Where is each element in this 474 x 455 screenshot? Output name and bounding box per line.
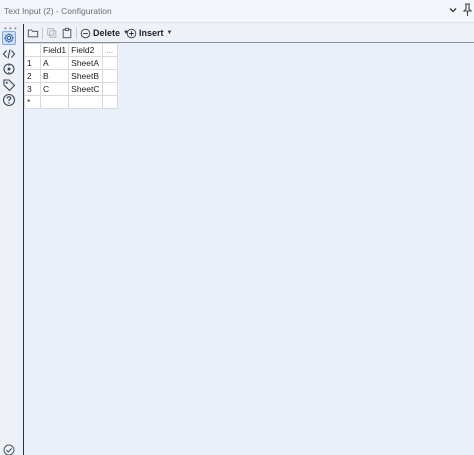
gear-icon — [4, 33, 14, 43]
table-row: 3 C SheetC — [24, 82, 118, 96]
cell-field2[interactable]: SheetC — [68, 82, 103, 96]
column-header-field2[interactable]: Field2 — [68, 43, 103, 57]
data-grid: Field1 Field2 ... 1 A SheetA 2 B SheetB … — [24, 43, 118, 109]
cell-new-field2[interactable] — [68, 95, 103, 109]
caret-down-icon: ▼ — [166, 30, 173, 36]
cell-field2[interactable]: SheetB — [68, 69, 103, 83]
new-row-marker[interactable]: * — [24, 95, 41, 109]
table-row: 1 A SheetA — [24, 56, 118, 70]
cell-field1[interactable]: A — [39, 56, 70, 70]
delete-label: Delete — [93, 28, 121, 38]
code-icon[interactable] — [2, 47, 16, 61]
insert-label: Insert — [139, 28, 164, 38]
paste-button[interactable] — [61, 26, 73, 40]
cell-empty[interactable] — [101, 82, 118, 96]
pin-icon[interactable] — [461, 3, 473, 17]
row-number[interactable]: 1 — [24, 56, 41, 70]
add-column-button[interactable]: ... — [101, 43, 118, 57]
folder-icon — [27, 29, 39, 38]
chevron-down-icon[interactable] — [447, 4, 459, 16]
delete-button[interactable]: Delete ▼ — [80, 26, 129, 40]
cell-empty[interactable] — [101, 95, 118, 109]
cell-empty[interactable] — [101, 56, 118, 70]
connection-icon[interactable] — [2, 62, 16, 76]
corner-cell[interactable] — [24, 43, 41, 57]
row-number[interactable]: 3 — [24, 82, 41, 96]
cell-field1[interactable]: C — [39, 82, 70, 96]
rail-item-configuration[interactable] — [2, 31, 16, 45]
configuration-window: Text Input (2) - Configuration • • • Del… — [0, 0, 474, 455]
new-row: * — [24, 95, 118, 109]
help-icon[interactable] — [2, 93, 16, 107]
cell-empty[interactable] — [101, 69, 118, 83]
check-circle-icon[interactable] — [3, 444, 15, 455]
row-number[interactable]: 2 — [24, 69, 41, 83]
toolbar-separator — [76, 27, 77, 39]
grid-toolbar: Delete ▼ Insert ▼ — [24, 24, 474, 43]
copy-button[interactable] — [46, 26, 58, 40]
copy-icon — [47, 28, 57, 38]
side-icon-rail: • • • — [0, 23, 18, 455]
cell-field2[interactable]: SheetA — [68, 56, 103, 70]
clipboard-icon — [62, 27, 72, 39]
cell-field1[interactable]: B — [39, 69, 70, 83]
toolbar-separator — [42, 27, 43, 39]
column-header-field1[interactable]: Field1 — [39, 43, 70, 57]
minus-circle-icon — [80, 28, 91, 38]
plus-circle-icon — [126, 28, 137, 38]
header-row: Field1 Field2 ... — [24, 43, 118, 57]
table-row: 2 B SheetB — [24, 69, 118, 83]
tag-icon[interactable] — [2, 78, 16, 92]
cell-new-field1[interactable] — [39, 95, 70, 109]
insert-button[interactable]: Insert ▼ — [126, 26, 172, 40]
open-file-button[interactable] — [27, 26, 39, 40]
title-bar: Text Input (2) - Configuration — [0, 0, 474, 23]
window-title: Text Input (2) - Configuration — [4, 6, 112, 16]
